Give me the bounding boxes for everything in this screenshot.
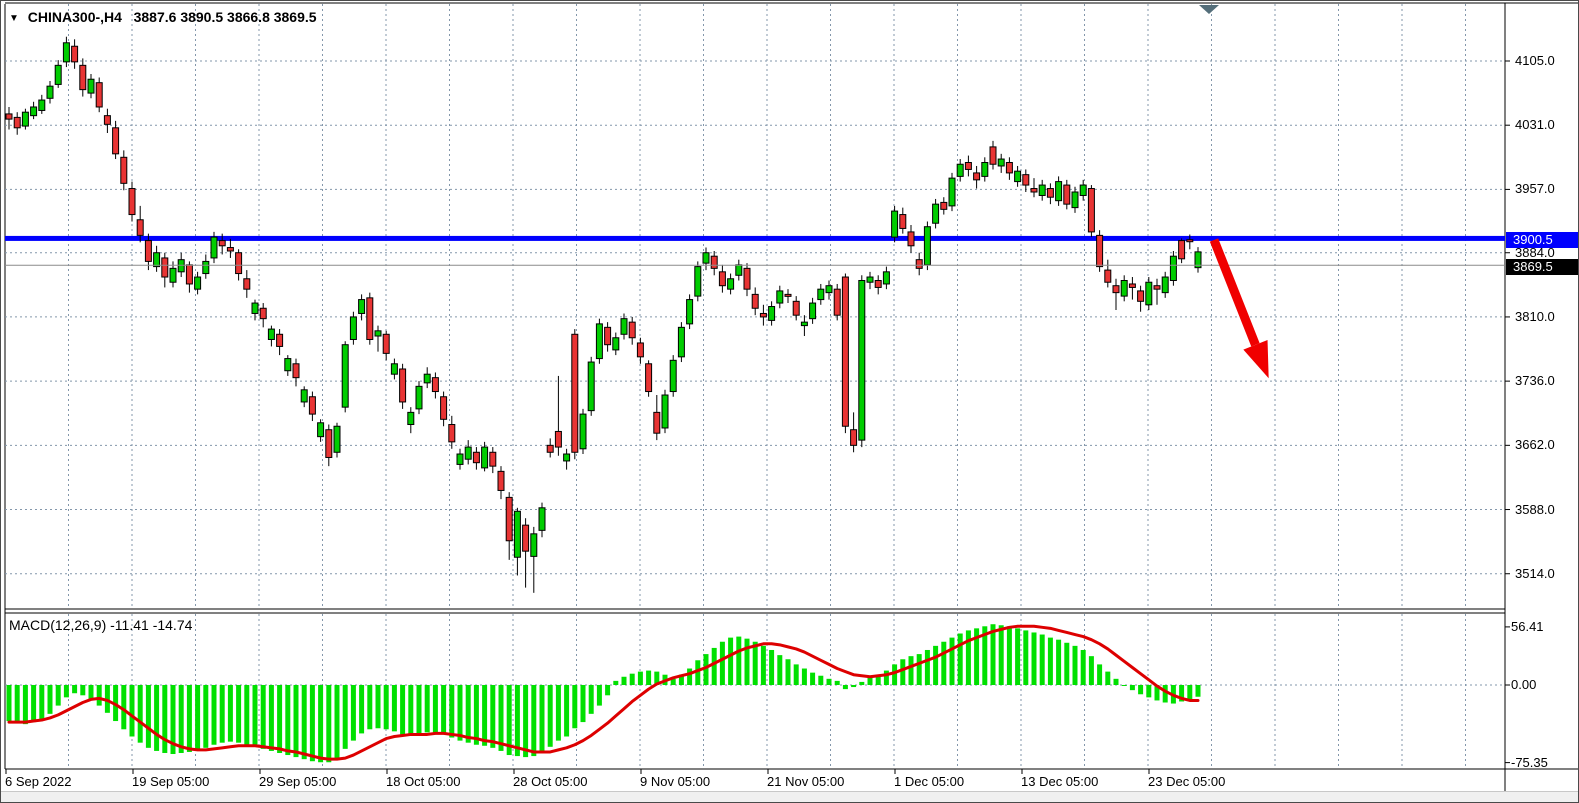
- price-axis-label: 3514.0: [1515, 566, 1555, 581]
- chart-shift-marker-icon[interactable]: [1199, 5, 1219, 14]
- hline-price-badge: 3900.5: [1506, 232, 1578, 248]
- price-axis-label: 3662.0: [1515, 437, 1555, 452]
- collapse-triangle-icon[interactable]: ▼: [9, 13, 19, 24]
- time-axis-label: 23 Dec 05:00: [1148, 774, 1225, 789]
- macd-axis-label: 56.41: [1511, 619, 1544, 634]
- price-axis-label: 3810.0: [1515, 309, 1555, 324]
- price-axis-label: 4031.0: [1515, 117, 1555, 132]
- trend-arrow-annotation[interactable]: [1214, 240, 1269, 378]
- bid-price-badge: 3869.5: [1506, 259, 1578, 275]
- price-axis-label: 3588.0: [1515, 502, 1555, 517]
- time-axis-label: 21 Nov 05:00: [767, 774, 844, 789]
- time-axis-label: 6 Sep 2022: [5, 774, 72, 789]
- time-axis-label: 1 Dec 05:00: [894, 774, 964, 789]
- chart-window: ▼ CHINA300-,H4 3887.6 3890.5 3866.8 3869…: [0, 0, 1579, 803]
- ohlc-quote-label: 3887.6 3890.5 3866.8 3869.5: [134, 9, 317, 25]
- price-axis-label: 3736.0: [1515, 373, 1555, 388]
- window-bottom-strip: [1, 791, 1579, 803]
- macd-indicator-label: MACD(12,26,9) -11.41 -14.74: [9, 617, 192, 633]
- axis-ticks: [6, 61, 1510, 774]
- price-axis-label: 3957.0: [1515, 181, 1555, 196]
- symbol-period-label: CHINA300-,H4: [28, 9, 122, 25]
- time-axis-label: 28 Oct 05:00: [513, 774, 587, 789]
- macd-axis-label: 0.00: [1511, 677, 1536, 692]
- time-axis-label: 9 Nov 05:00: [640, 774, 710, 789]
- chart-title-bar[interactable]: ▼ CHINA300-,H4 3887.6 3890.5 3866.8 3869…: [9, 9, 317, 25]
- time-axis-label: 13 Dec 05:00: [1021, 774, 1098, 789]
- time-axis-label: 29 Sep 05:00: [259, 774, 336, 789]
- price-axis-label: 4105.0: [1515, 53, 1555, 68]
- chart-canvas: [1, 1, 1579, 803]
- time-axis-label: 19 Sep 05:00: [132, 774, 209, 789]
- macd-axis-label: -75.35: [1511, 755, 1548, 770]
- time-axis-label: 18 Oct 05:00: [386, 774, 460, 789]
- panel-frame: [5, 3, 1578, 791]
